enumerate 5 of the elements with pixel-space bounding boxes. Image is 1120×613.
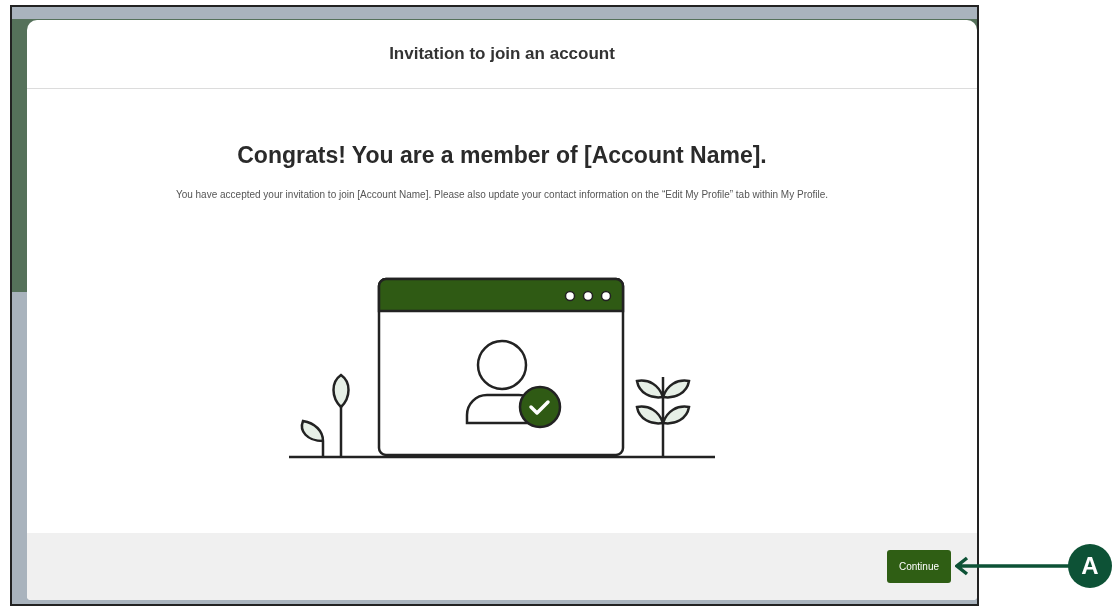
modal-message: You have accepted your invitation to join [Account Name]. Please also update your contact information on the “Edit My Profile” tab within My Profile. <box>174 187 830 202</box>
continue-button[interactable]: Continue <box>886 550 951 583</box>
modal-title: Invitation to join an account <box>389 43 615 66</box>
callout-badge: A <box>1068 544 1112 588</box>
modal-heading: Congrats! You are a member of [Account Name]. <box>237 141 767 170</box>
